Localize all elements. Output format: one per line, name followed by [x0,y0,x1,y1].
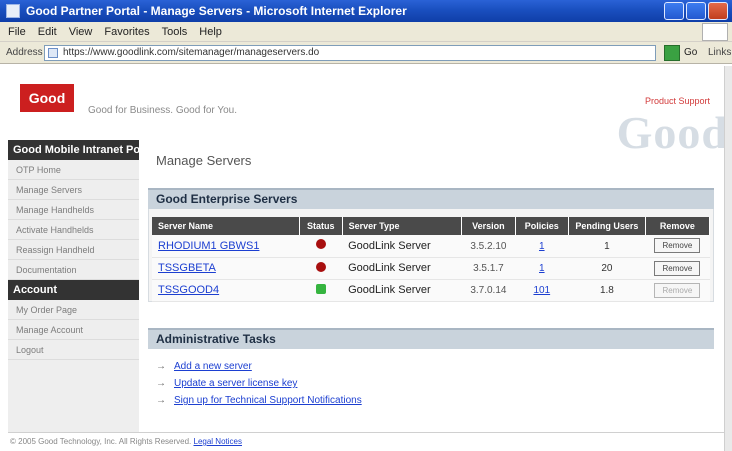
legal-notices-link[interactable]: Legal Notices [194,437,242,446]
sidebar-item-my-order-page[interactable]: My Order Page [8,300,139,320]
sidebar-section-portal: Good Mobile Intranet Portal [8,140,157,160]
windows-logo-icon [702,23,728,41]
sidebar-item-logout[interactable]: Logout [8,340,139,360]
menu-edit[interactable]: Edit [38,26,57,38]
server-name-link[interactable]: RHODIUM1 GBWS1 [158,240,259,252]
policies-link[interactable]: 1 [539,241,545,252]
pending-users: 20 [601,263,613,274]
server-type: GoodLink Server [342,257,462,280]
support-notifications-link[interactable]: Sign up for Technical Support Notificati… [174,395,362,406]
page-title: Manage Servers [156,153,252,168]
sidebar-section-account: Account [8,280,139,300]
links-button[interactable]: Links [708,47,731,58]
go-arrow-icon[interactable] [664,45,680,61]
copyright-text: © 2005 Good Technology, Inc. All Rights … [10,437,192,446]
server-type: GoodLink Server [342,235,462,258]
address-label: Address [6,47,43,58]
arrow-right-icon: → [156,378,166,389]
pending-users: 1 [604,240,610,252]
remove-button[interactable]: Remove [654,238,701,254]
menu-bar: File Edit View Favorites Tools Help [0,22,732,42]
window-controls [664,2,728,20]
close-icon[interactable] [708,2,728,20]
window-title-bar: Good Partner Portal - Manage Servers - M… [0,0,732,22]
menu-favorites[interactable]: Favorites [104,26,149,38]
status-green-icon [315,283,326,294]
address-bar: Address https://www.goodlink.com/siteman… [0,42,732,64]
ie-app-icon [6,4,20,18]
task-item: → Update a server license key [156,378,297,389]
server-version: 3.7.0.14 [470,285,507,296]
task-item: → Add a new server [156,361,252,372]
product-support-link[interactable]: Product Support [645,96,710,106]
table-row: TSSGBETA GoodLink Server 3.5.1.7 1 20 Re… [152,257,710,280]
table-row: RHODIUM1 GBWS1 GoodLink Server 3.5.2.10 … [152,235,710,258]
maximize-icon[interactable] [686,2,706,20]
arrow-right-icon: → [156,361,166,372]
remove-button[interactable]: Remove [654,260,701,276]
sidebar-item-manage-handhelds[interactable]: Manage Handhelds [8,200,139,220]
window-title: Good Partner Portal - Manage Servers - M… [26,4,407,18]
servers-table: Server Name Status Server Type Version P… [152,217,711,302]
table-header-row: Server Name Status Server Type Version P… [152,217,711,235]
address-input[interactable]: https://www.goodlink.com/sitemanager/man… [44,45,656,61]
sidebar-item-manage-account[interactable]: Manage Account [8,320,139,340]
sidebar-item-reassign-handheld[interactable]: Reassign Handheld [8,240,139,260]
sidebar-item-otp-home[interactable]: OTP Home [8,160,139,180]
sidebar-item-manage-servers[interactable]: Manage Servers [8,180,139,200]
col-status[interactable]: Status [299,217,343,235]
server-name-link[interactable]: TSSGOOD4 [158,284,219,296]
good-logo[interactable]: Good [20,84,74,112]
main-content: Manage Servers Good Enterprise Servers S… [148,140,714,432]
menu-file[interactable]: File [8,26,26,38]
col-remove[interactable]: Remove [645,217,711,235]
menu-help[interactable]: Help [199,26,222,38]
policies-link[interactable]: 1 [539,263,545,274]
menu-tools[interactable]: Tools [162,26,188,38]
arrow-right-icon: → [156,395,166,406]
sidebar: Good Mobile Intranet Portal OTP Home Man… [8,140,157,432]
pending-users: 1.8 [599,285,614,296]
table-row: TSSGOOD4 GoodLink Server 3.7.0.14 101 1.… [152,279,710,302]
status-red-icon [315,261,326,272]
servers-panel-title: Good Enterprise Servers [148,188,714,209]
policies-link[interactable]: 101 [533,285,550,296]
go-button[interactable]: Go [684,47,697,58]
server-type: GoodLink Server [342,279,462,302]
sidebar-item-documentation[interactable]: Documentation [8,260,139,280]
admin-panel-title: Administrative Tasks [148,328,714,349]
col-policies[interactable]: Policies [515,217,569,235]
page-header: Good Good for Business. Good for You. Pr… [8,66,727,158]
task-item: → Sign up for Technical Support Notificat… [156,395,362,406]
server-name-link[interactable]: TSSGBETA [158,262,216,274]
menu-view[interactable]: View [69,26,93,38]
page-icon [48,48,58,58]
col-server-type[interactable]: Server Type [342,217,463,235]
sidebar-item-activate-handhelds[interactable]: Activate Handhelds [8,220,139,240]
remove-button-disabled: Remove [654,282,701,298]
tagline: Good for Business. Good for You. [88,105,237,116]
status-red-icon [315,239,326,250]
update-license-key-link[interactable]: Update a server license key [174,378,297,389]
server-version: 3.5.1.7 [473,263,504,274]
col-server-name[interactable]: Server Name [152,217,300,235]
minimize-icon[interactable] [664,2,684,20]
add-new-server-link[interactable]: Add a new server [174,361,252,372]
vertical-scrollbar[interactable] [724,66,732,451]
col-pending-users[interactable]: Pending Users [568,217,646,235]
footer: © 2005 Good Technology, Inc. All Rights … [8,432,724,451]
server-version: 3.5.2.10 [470,240,507,252]
col-version[interactable]: Version [461,217,516,235]
